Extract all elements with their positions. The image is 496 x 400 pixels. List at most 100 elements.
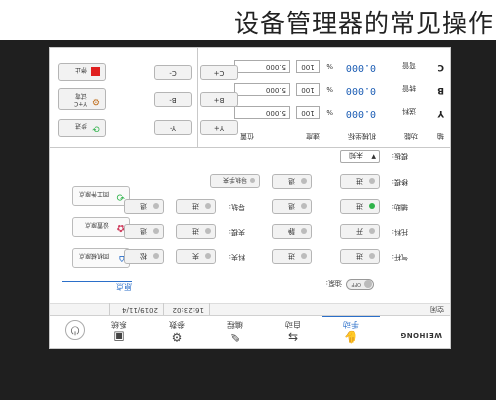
set-origin-label: 设置原点 [84, 221, 109, 228]
status-time: 16:23:02 [172, 306, 204, 314]
io-button[interactable]: 退 [124, 199, 164, 214]
axis-y-machine-coord: 0.000 [345, 108, 376, 119]
axis-b-position-input[interactable]: 5.000 [234, 83, 290, 96]
io-btn-label: 进 [356, 202, 363, 210]
status-dot [369, 228, 375, 234]
caption-band: 设备管理器的常见操作 [0, 0, 496, 40]
jog-b-plus-button[interactable]: B+ [200, 92, 238, 107]
template-select[interactable]: ▼ 未知 [340, 150, 380, 163]
io-button[interactable]: 退 [124, 224, 164, 239]
axis-b-speed-unit: % [326, 85, 333, 93]
gear-icon: ⚙ [91, 96, 101, 106]
jog-c-minus-button[interactable]: C- [154, 65, 192, 80]
axis-c-function: 弯管 [402, 61, 416, 69]
trial-bend-button[interactable]: ⚙ Y+C 试弯 [58, 88, 106, 110]
status-dot-active [369, 203, 375, 209]
move-mold-in-button[interactable]: 进 [340, 174, 380, 189]
clamp-mold-in-button[interactable]: 进 [176, 224, 216, 239]
trial-bend-label: Y+C 试弯 [74, 92, 87, 107]
section-divider [50, 147, 450, 148]
home-machine-origin-button[interactable]: ⌂ 回机械原点 [72, 248, 130, 268]
status-dot [205, 253, 211, 259]
io-btn-label: 开 [356, 227, 363, 235]
jog-label: Y+ [213, 124, 225, 132]
manual-clamp-label: 导轨手夹 [222, 176, 247, 183]
status-dot [205, 203, 211, 209]
set-origin-button[interactable]: ✿ 设置原点 [72, 217, 130, 237]
axis-y-speed-unit: % [326, 108, 333, 116]
chevron-down-icon: ▼ [371, 153, 376, 160]
toggle-knob [364, 280, 372, 288]
jog-c-plus-button[interactable]: C+ [200, 65, 238, 80]
jog-label: C- [169, 69, 177, 77]
jog-b-minus-button[interactable]: B- [154, 92, 192, 107]
return-work-origin-button[interactable]: ⟲ 回工件原点 [72, 186, 130, 206]
axis-b-machine-coord: 0.000 [345, 85, 376, 96]
axis-c-name: C [437, 62, 444, 72]
io-btn-label: 退 [140, 202, 147, 210]
col-head-axis: 轴 [437, 132, 444, 140]
axis-c-speed-unit: % [326, 62, 333, 70]
axis-c-speed-input[interactable]: 100 [296, 60, 320, 73]
material-clamp-button[interactable]: 夹 [176, 249, 216, 264]
brand-logo: WEIHONG [399, 331, 442, 339]
power-button[interactable]: ⏻ [65, 320, 85, 340]
status-dot [301, 253, 307, 259]
axis-y-position-input[interactable]: 5.000 [234, 106, 290, 119]
nav-manual-label: 手动 [343, 320, 359, 329]
chip-icon: ▣ [113, 330, 125, 344]
nav-params[interactable]: ⚙ 参数 [148, 315, 206, 347]
refresh-icon: ⟳ [92, 123, 100, 133]
jog-label: Y- [170, 124, 176, 132]
guide-in-button[interactable]: 进 [176, 199, 216, 214]
io-btn-label: 静 [288, 227, 295, 235]
col-head-function: 功能 [404, 132, 418, 140]
col-head-position: 位置 [240, 132, 254, 140]
jog-y-minus-button[interactable]: Y- [154, 120, 192, 135]
support-open-button[interactable]: 开 [340, 224, 380, 239]
io-label-clamp-mold: 夹模: [228, 228, 245, 236]
nav-auto[interactable]: ⇆ 自动 [264, 315, 322, 347]
col-head-machine-coord: 机械坐标 [348, 132, 376, 140]
io-label-template: 模板: [391, 152, 408, 160]
io-btn-label: 退 [288, 202, 295, 210]
stop-icon [91, 67, 100, 76]
jog-y-plus-button[interactable]: Y+ [200, 120, 238, 135]
io-button[interactable]: 静 [272, 224, 312, 239]
status-dot [301, 228, 307, 234]
oil-pump-toggle[interactable]: OFF [346, 279, 374, 290]
page-title: 设备管理器的常见操作 [233, 9, 494, 38]
step-button[interactable]: ⟳ 步进 [58, 119, 106, 137]
gas-rod-in-button[interactable]: 进 [340, 249, 380, 264]
stop-button[interactable]: 停止 [58, 63, 106, 81]
status-dot [301, 203, 307, 209]
nav-system-label: 系统 [111, 320, 127, 329]
io-btn-label: 进 [288, 252, 295, 260]
guide-manual-clamp-button[interactable]: 导轨手夹 [210, 174, 260, 188]
aux-in-button[interactable]: 进 [340, 199, 380, 214]
axis-y-speed-input[interactable]: 100 [296, 106, 320, 119]
io-label-material-clamp: 料夹: [228, 253, 245, 261]
nav-divider [50, 315, 450, 316]
io-label-guide: 导轨: [228, 203, 245, 211]
jog-label: B- [169, 96, 177, 104]
nav-manual[interactable]: ✋ 手动 [322, 315, 380, 347]
io-button[interactable]: 松 [124, 249, 164, 264]
gear-icon: ⚙ [171, 330, 183, 344]
nav-program[interactable]: ✎ 编程 [206, 315, 264, 347]
origin-panel-title: 原点 [116, 282, 132, 291]
io-btn-label: 进 [356, 252, 363, 260]
program-icon: ✎ [229, 330, 241, 344]
status-dot [301, 178, 307, 184]
hand-icon: ✋ [343, 330, 359, 344]
io-button[interactable]: 退 [272, 174, 312, 189]
io-btn-label: 进 [192, 227, 199, 235]
nav-system[interactable]: ▣ 系统 [90, 315, 148, 347]
io-button[interactable]: 退 [272, 199, 312, 214]
axis-b-speed-input[interactable]: 100 [296, 83, 320, 96]
axis-c-position-input[interactable]: 5.000 [234, 60, 290, 73]
status-dot [369, 178, 375, 184]
status-date: 2019/11/4 [122, 306, 158, 314]
status-mode: 空闲 [430, 305, 444, 313]
io-button[interactable]: 进 [272, 249, 312, 264]
